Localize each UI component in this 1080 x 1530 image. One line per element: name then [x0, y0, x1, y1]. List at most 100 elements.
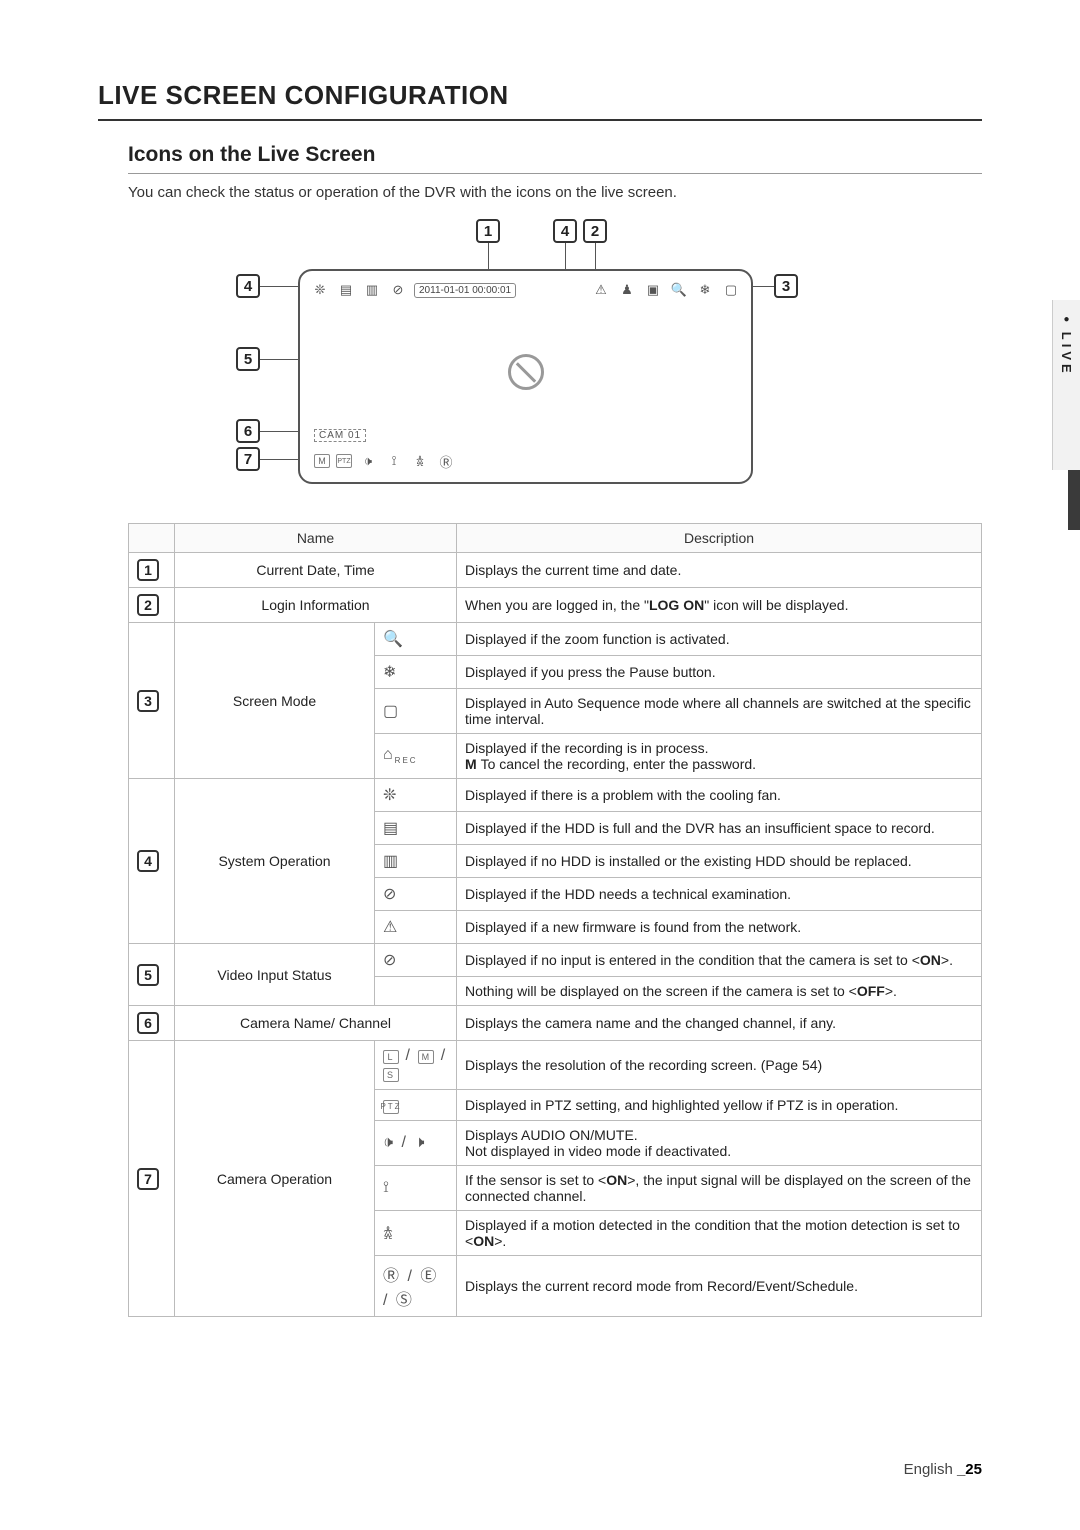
camera-name-label: CAM 01: [314, 429, 366, 442]
blank-icon: [375, 977, 457, 1006]
row-description: Displays the current record mode from Re…: [457, 1256, 982, 1317]
res-m-icon: M: [314, 454, 330, 468]
callout-6: 6: [236, 419, 260, 443]
rec-icon: ⌂REC: [375, 734, 457, 779]
row-number: 2: [129, 588, 175, 623]
col-desc: Description: [457, 524, 982, 553]
row-number: 3: [129, 623, 175, 779]
callout-5: 5: [236, 347, 260, 371]
sensor-icon: ⟟: [375, 1166, 457, 1211]
row-description: Displayed if no HDD is installed or the …: [457, 845, 982, 878]
side-tab-marker: [1068, 470, 1080, 530]
row-description: Displayed if a motion detected in the co…: [457, 1211, 982, 1256]
row-description: Displayed if there is a problem with the…: [457, 779, 982, 812]
row-description: Displayed if you press the Pause button.: [457, 656, 982, 689]
row-name: Camera Operation: [175, 1041, 375, 1317]
col-name: Name: [175, 524, 457, 553]
row-description: Nothing will be displayed on the screen …: [457, 977, 982, 1006]
row-number: 4: [129, 779, 175, 944]
row-description: Displays the current time and date.: [457, 553, 982, 588]
row-description: Displayed if a new firmware is found fro…: [457, 911, 982, 944]
pause-icon: ❄: [375, 656, 457, 689]
table-row: 3Screen Mode🔍Displayed if the zoom funct…: [129, 623, 982, 656]
rec-mode-icon: Ⓡ: [436, 451, 456, 471]
callout-2: 2: [583, 219, 607, 243]
row-description: If the sensor is set to <ON>, the input …: [457, 1166, 982, 1211]
row-number: 6: [129, 1006, 175, 1041]
zoom-icon: 🔍: [375, 623, 457, 656]
L-M-S-icon: L / M / S: [375, 1041, 457, 1090]
hdd-exam-icon: ⊘: [388, 280, 408, 300]
row-description: Displayed if no input is entered in the …: [457, 944, 982, 977]
sensor-icon: ⟟: [384, 451, 404, 471]
side-tab-label: LIVE: [1059, 300, 1074, 377]
autoseq-icon: ▢: [375, 689, 457, 734]
row-name: System Operation: [175, 779, 375, 944]
table-row: 7Camera OperationL / M / SDisplays the r…: [129, 1041, 982, 1090]
page-title: LIVE SCREEN CONFIGURATION: [98, 80, 982, 121]
camera-ops-row: M PTZ 🕩 ⟟ 𖠋 Ⓡ: [314, 451, 456, 471]
audio-icon: 🕩: [358, 451, 378, 471]
row-name: Login Information: [175, 588, 457, 623]
row-name: Camera Name/ Channel: [175, 1006, 457, 1041]
row-name: Current Date, Time: [175, 553, 457, 588]
no-hdd-icon: ▥: [375, 845, 457, 878]
fan-icon: ❊: [375, 779, 457, 812]
warning-icon: ⚠: [591, 280, 611, 300]
page-footer: English _25: [904, 1461, 982, 1478]
live-screen-diagram: 1 4 2 4 5 6 7 3 ❊ ▤ ▥ ⊘ 2011-01-01 00:00…: [128, 219, 982, 499]
no-hdd-icon: ▥: [362, 280, 382, 300]
hdd-full-icon: ▤: [375, 812, 457, 845]
no-signal-icon: [508, 354, 544, 390]
motion-icon: 𖠋: [410, 451, 430, 471]
intro-text: You can check the status or operation of…: [128, 184, 982, 201]
callout-4-left: 4: [236, 274, 260, 298]
row-number: 7: [129, 1041, 175, 1317]
callout-4-top: 4: [553, 219, 577, 243]
fan-icon: ❊: [310, 280, 330, 300]
no-input-icon: ⊘: [375, 944, 457, 977]
row-name: Video Input Status: [175, 944, 375, 1006]
callout-3: 3: [774, 274, 798, 298]
table-row: 1Current Date, TimeDisplays the current …: [129, 553, 982, 588]
table-row: 2Login InformationWhen you are logged in…: [129, 588, 982, 623]
hdd-exam-icon: ⊘: [375, 878, 457, 911]
row-description: Displayed in Auto Sequence mode where al…: [457, 689, 982, 734]
pause-icon: ❄: [695, 280, 715, 300]
table-row: 5Video Input Status⊘Displayed if no inpu…: [129, 944, 982, 977]
side-tab: LIVE: [1052, 300, 1080, 470]
fw-icon: ⚠: [375, 911, 457, 944]
date-time-display: 2011-01-01 00:00:01: [414, 283, 516, 298]
footer-page: _25: [957, 1461, 982, 1478]
callout-1: 1: [476, 219, 500, 243]
audio-icon: 🕩 / 🕨: [375, 1121, 457, 1166]
autoseq-icon: ▢: [721, 280, 741, 300]
ptz-icon: PTZ: [375, 1090, 457, 1121]
callout-7: 7: [236, 447, 260, 471]
motion-icon: 𖠋: [375, 1211, 457, 1256]
col-num: [129, 524, 175, 553]
ptz-icon: PTZ: [336, 454, 352, 468]
section-title: Icons on the Live Screen: [128, 143, 982, 174]
row-description: Displays the camera name and the changed…: [457, 1006, 982, 1041]
row-description: Displayed if the HDD is full and the DVR…: [457, 812, 982, 845]
zoom-icon: 🔍: [669, 280, 689, 300]
icon-legend-table: Name Description 1Current Date, TimeDisp…: [128, 523, 982, 1317]
row-description: Displayed if the recording is in process…: [457, 734, 982, 779]
login-icon: ♟: [617, 280, 637, 300]
row-description: When you are logged in, the "LOG ON" ico…: [457, 588, 982, 623]
row-name: Screen Mode: [175, 623, 375, 779]
row-number: 1: [129, 553, 175, 588]
table-row: 6Camera Name/ ChannelDisplays the camera…: [129, 1006, 982, 1041]
row-description: Displayed in PTZ setting, and highlighte…: [457, 1090, 982, 1121]
R-E-S-icon: Ⓡ / Ⓔ / Ⓢ: [375, 1256, 457, 1317]
table-row: 4System Operation❊Displayed if there is …: [129, 779, 982, 812]
rec-icon: ▣: [643, 280, 663, 300]
hdd-full-icon: ▤: [336, 280, 356, 300]
row-description: Displayed if the zoom function is activa…: [457, 623, 982, 656]
dvr-screen: ❊ ▤ ▥ ⊘ 2011-01-01 00:00:01 ⚠ ♟ ▣ 🔍 ❄ ▢ …: [298, 269, 753, 484]
row-description: Displays AUDIO ON/MUTE.Not displayed in …: [457, 1121, 982, 1166]
screen-toolbar: ❊ ▤ ▥ ⊘ 2011-01-01 00:00:01 ⚠ ♟ ▣ 🔍 ❄ ▢: [310, 277, 741, 303]
row-description: Displays the resolution of the recording…: [457, 1041, 982, 1090]
footer-lang: English: [904, 1461, 953, 1478]
